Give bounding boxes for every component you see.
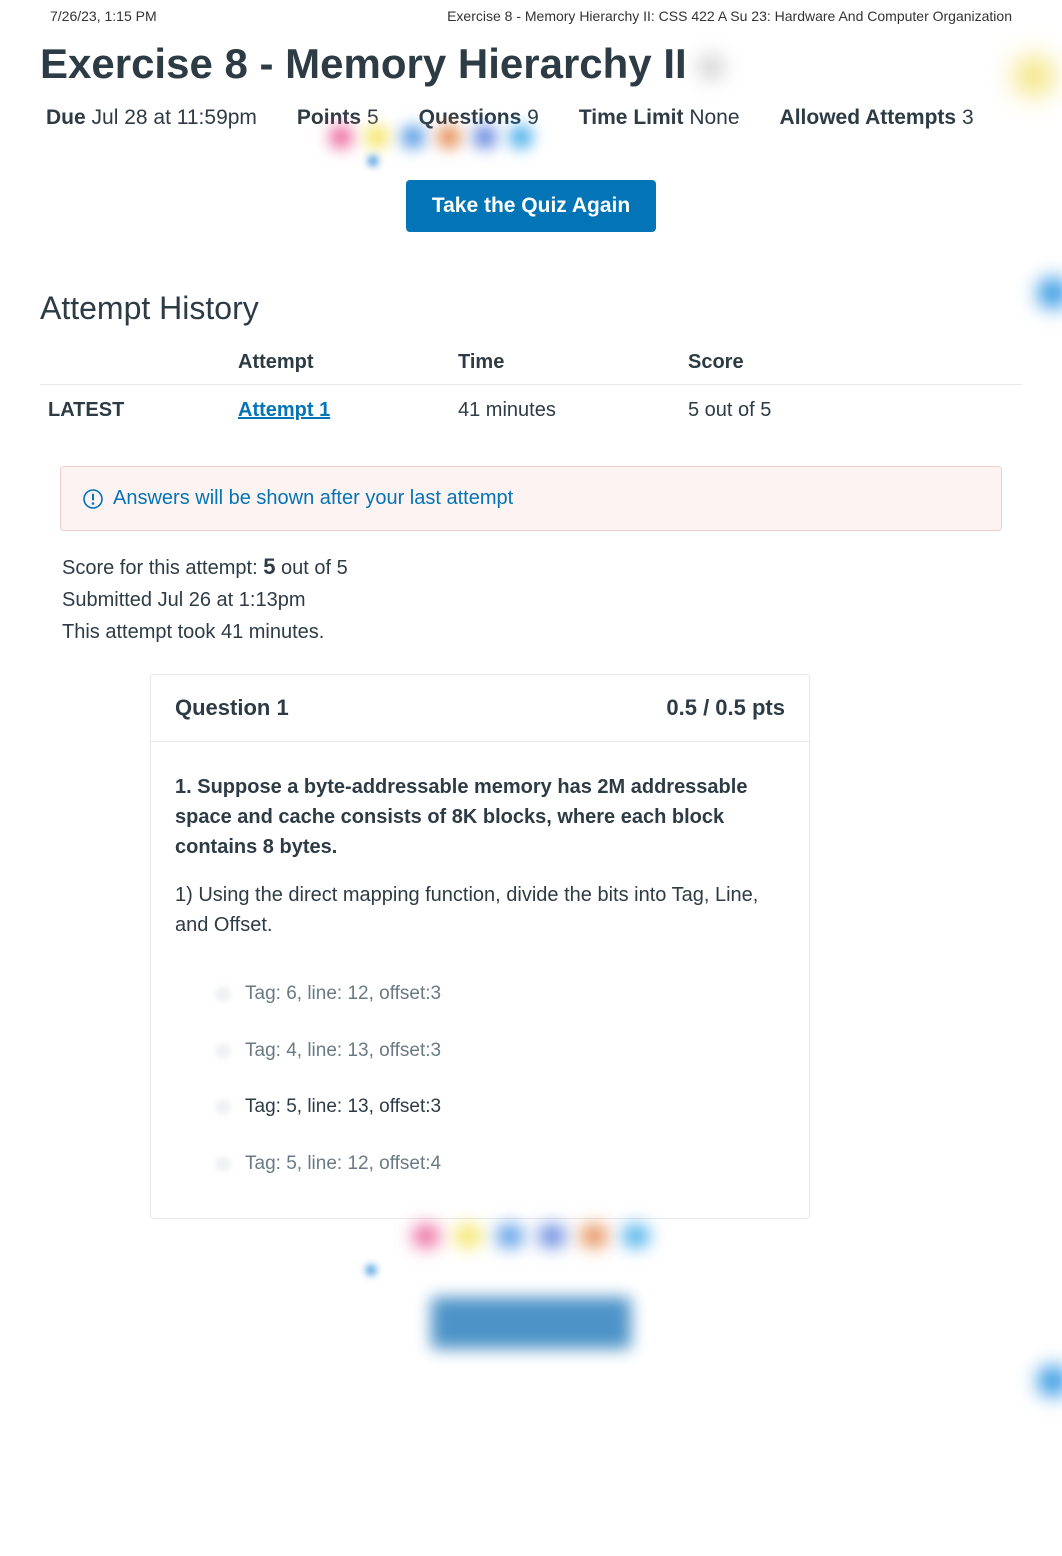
row-time: 41 minutes [450,385,680,437]
row-score: 5 out of 5 [680,385,1022,437]
radio-icon [215,1099,231,1115]
decoration-dot [1038,1366,1062,1396]
decoration-dot [699,55,723,79]
decoration-dot [1016,58,1052,94]
meta-time-limit: Time Limit None [579,106,740,130]
question-prompt-sub: 1) Using the direct mapping function, di… [175,880,785,940]
question-points: 0.5 / 0.5 pts [666,695,785,721]
answer-text: Tag: 5, line: 13, offset:3 [245,1093,441,1122]
alert-text: Answers will be shown after your last at… [113,487,513,510]
score-prefix: Score for this attempt: [62,557,263,579]
col-status [40,341,230,385]
attempt-history-table: Attempt Time Score LATEST Attempt 1 41 m… [40,341,1022,436]
answer-text: Tag: 6, line: 12, offset:3 [245,980,441,1009]
answer-list: Tag: 6, line: 12, offset:3 Tag: 4, line:… [175,958,785,1198]
decoration-dot [368,156,378,166]
score-value: 5 [263,554,275,579]
score-suffix: out of 5 [275,557,347,579]
radio-icon [215,986,231,1002]
duration-line: This attempt took 41 minutes. [62,616,1000,648]
page-title: Exercise 8 - Memory Hierarchy II [40,28,687,106]
radio-icon [215,1156,231,1172]
submitted-line: Submitted Jul 26 at 1:13pm [62,584,1000,616]
answer-text: Tag: 5, line: 12, offset:4 [245,1150,441,1179]
answer-text: Tag: 4, line: 13, offset:3 [245,1037,441,1066]
question-prompt-bold: 1. Suppose a byte-addressable memory has… [175,772,785,862]
decoration-strip [40,1219,1022,1297]
answer-option: Tag: 6, line: 12, offset:3 [205,966,785,1023]
meta-allowed-attempts: Allowed Attempts 3 [780,106,974,130]
row-status: LATEST [48,399,124,421]
attempt-link[interactable]: Attempt 1 [238,399,330,421]
answer-option-selected: Tag: 5, line: 13, offset:3 [205,1079,785,1136]
answer-option: Tag: 5, line: 12, offset:4 [205,1136,785,1193]
question-card-1: Question 1 0.5 / 0.5 pts 1. Suppose a by… [150,674,810,1219]
radio-icon [215,1043,231,1059]
alert-banner: Answers will be shown after your last at… [60,466,1002,531]
table-row: LATEST Attempt 1 41 minutes 5 out of 5 [40,385,1022,437]
blurred-button [431,1297,631,1349]
print-timestamp: 7/26/23, 1:15 PM [50,8,157,24]
print-title: Exercise 8 - Memory Hierarchy II: CSS 42… [447,8,1012,24]
question-title: Question 1 [175,695,289,721]
take-quiz-again-button[interactable]: Take the Quiz Again [406,180,656,232]
meta-due: Due Jul 28 at 11:59pm [46,106,257,130]
col-time: Time [450,341,680,385]
col-score: Score [680,341,1022,385]
print-header: 7/26/23, 1:15 PM Exercise 8 - Memory Hie… [0,0,1062,28]
decoration-dot [1038,278,1062,308]
col-attempt: Attempt [230,341,450,385]
warning-icon [83,489,103,509]
decoration-strip [330,126,532,148]
attempt-summary: Score for this attempt: 5 out of 5 Submi… [40,549,1022,648]
answer-option: Tag: 4, line: 13, offset:3 [205,1023,785,1080]
attempt-history-heading: Attempt History [40,272,1022,341]
